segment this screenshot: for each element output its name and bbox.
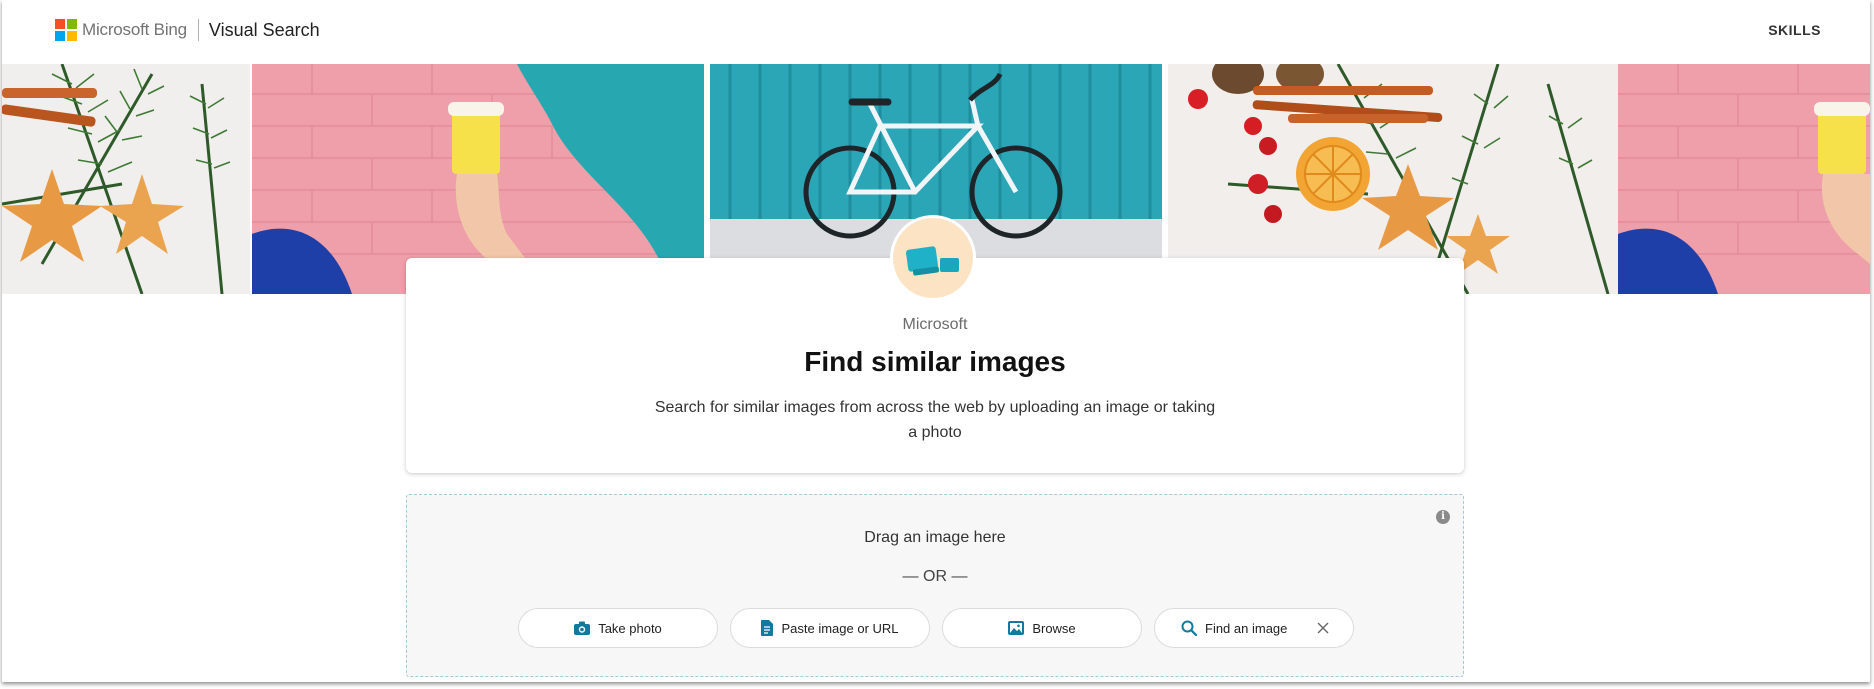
find-image-button[interactable]: Find an image bbox=[1154, 608, 1354, 648]
bing-logo[interactable]: Microsoft Bing Visual Search bbox=[55, 19, 320, 41]
drag-instruction: Drag an image here bbox=[864, 529, 1006, 546]
browse-label: Browse bbox=[1032, 620, 1076, 636]
browse-button[interactable]: Browse bbox=[942, 608, 1142, 648]
header-divider bbox=[197, 19, 199, 41]
take-photo-label: Take photo bbox=[598, 620, 662, 636]
paste-image-label: Paste image or URL bbox=[781, 620, 899, 636]
image-icon bbox=[1008, 621, 1025, 635]
take-photo-button[interactable]: Take photo bbox=[518, 608, 718, 648]
paste-image-button[interactable]: Paste image or URL bbox=[730, 608, 930, 648]
brand-name: Microsoft Bing bbox=[82, 20, 187, 39]
camera-icon bbox=[574, 621, 591, 635]
provider-label: Microsoft bbox=[902, 316, 968, 333]
page-description: Search for similar images from across th… bbox=[654, 399, 1216, 441]
document-icon bbox=[761, 620, 774, 636]
page-title: Find similar images bbox=[804, 346, 1066, 377]
window-frame: Microsoft Bing Visual Search SKILLS Micr… bbox=[0, 0, 1874, 689]
product-name: Visual Search bbox=[208, 19, 320, 40]
visual-search-logo-icon bbox=[893, 218, 973, 298]
search-icon bbox=[1181, 620, 1197, 636]
hero-image-christmas-1 bbox=[2, 64, 250, 294]
page: Microsoft Bing Visual Search SKILLS Micr… bbox=[2, 0, 1870, 682]
find-image-label: Find an image bbox=[1205, 620, 1288, 636]
hero-image-coffee-cup-2 bbox=[1618, 64, 1870, 294]
top-header: Microsoft Bing Visual Search SKILLS bbox=[2, 0, 1870, 64]
microsoft-logo-icon bbox=[55, 19, 77, 41]
skills-link[interactable]: SKILLS bbox=[1768, 22, 1821, 38]
or-separator: — OR — bbox=[902, 568, 968, 585]
close-icon[interactable] bbox=[1315, 620, 1331, 636]
info-icon[interactable]: i bbox=[1436, 510, 1450, 524]
